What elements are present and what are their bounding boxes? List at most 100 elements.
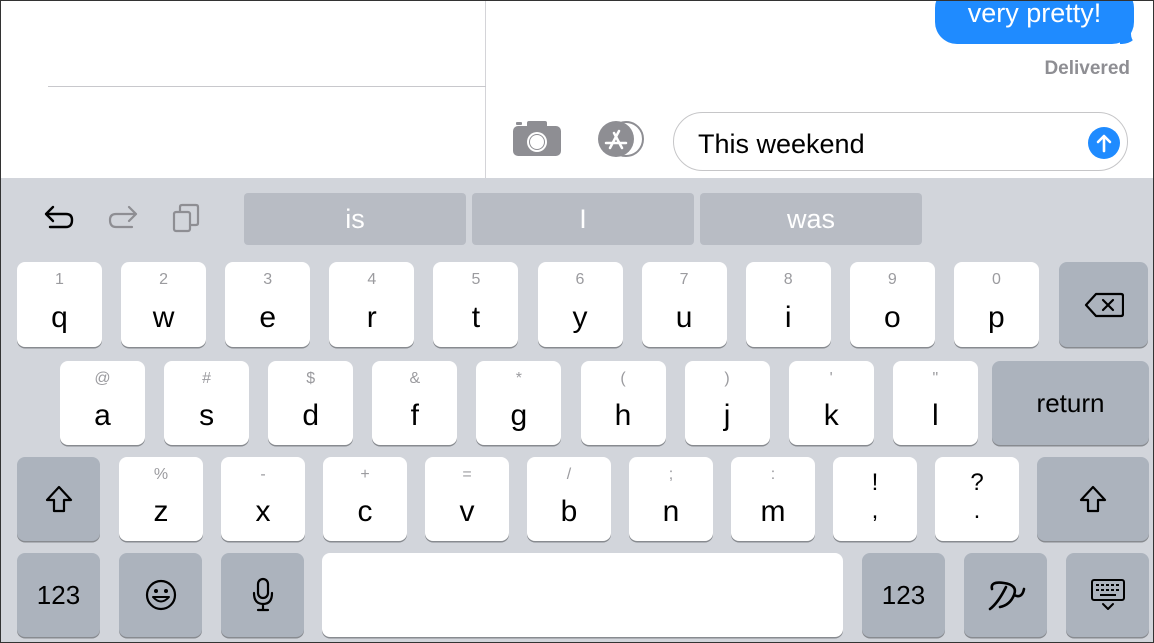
- suggestion-3[interactable]: was: [700, 193, 922, 245]
- conversation-list-pane: [0, 0, 486, 178]
- shift-key-left[interactable]: [17, 457, 100, 541]
- key-hint: ': [829, 370, 833, 387]
- key-s[interactable]: # s: [164, 361, 250, 445]
- key-x[interactable]: -x: [221, 457, 305, 541]
- key-label: c: [357, 495, 373, 528]
- key-p[interactable]: 0p: [953, 262, 1039, 347]
- key-,[interactable]: !,: [833, 457, 917, 541]
- key-hint: 3: [263, 271, 273, 288]
- key-r[interactable]: 4r: [329, 262, 415, 347]
- delivery-status: Delivered: [1044, 58, 1130, 79]
- camera-icon[interactable]: [511, 120, 563, 158]
- key-hint: $: [306, 370, 316, 387]
- key-hint: :: [770, 466, 776, 483]
- key-l[interactable]: " l: [892, 361, 978, 445]
- key-k[interactable]: ' k: [788, 361, 874, 445]
- key-label: r: [366, 301, 377, 334]
- hide-keyboard-icon[interactable]: [1066, 553, 1149, 637]
- key-hint: /: [566, 466, 572, 483]
- key-hint: 5: [471, 271, 481, 288]
- key-hint: 4: [367, 271, 377, 288]
- key-y[interactable]: 6y: [537, 262, 623, 347]
- key-hint: +: [360, 466, 370, 483]
- delete-icon[interactable]: [1059, 262, 1148, 347]
- return-key[interactable]: return: [992, 361, 1149, 445]
- key-q[interactable]: 1q: [17, 262, 102, 347]
- key-label: p: [988, 301, 1005, 334]
- key-hint: *: [515, 370, 522, 387]
- key-g[interactable]: * g: [476, 361, 562, 445]
- key-label: u: [675, 301, 693, 334]
- key-label: b: [560, 495, 578, 528]
- key-m[interactable]: :m: [731, 457, 815, 541]
- send-arrow-icon[interactable]: [1088, 127, 1120, 159]
- key-label: n: [662, 495, 680, 528]
- suggestion-1[interactable]: is: [244, 193, 466, 245]
- numbers-key-left[interactable]: 123: [17, 553, 100, 637]
- numbers-key-right[interactable]: 123: [862, 553, 945, 637]
- key-label: .: [973, 497, 981, 524]
- key-label: h: [614, 399, 632, 432]
- emoji-icon[interactable]: [119, 553, 202, 637]
- redo-icon[interactable]: [106, 203, 140, 238]
- key-label: z: [153, 495, 169, 528]
- key-hint: 0: [991, 271, 1001, 288]
- key-label: t: [471, 301, 481, 334]
- key-hint: #: [202, 370, 212, 387]
- sent-message-bubble[interactable]: very pretty!: [935, 0, 1134, 44]
- key-d[interactable]: $ d: [268, 361, 354, 445]
- key-hint: 9: [887, 271, 897, 288]
- message-input[interactable]: This weekend: [673, 112, 1128, 171]
- key-label: l: [931, 399, 939, 432]
- key-h[interactable]: (h: [580, 361, 666, 445]
- key-label: q: [51, 301, 68, 334]
- key-hint: ;: [668, 466, 674, 483]
- key-z[interactable]: % z: [119, 457, 203, 541]
- key-u[interactable]: 7u: [641, 262, 727, 347]
- app-store-icon[interactable]: [591, 119, 647, 159]
- key-hint: 6: [575, 271, 585, 288]
- key-a[interactable]: @ a: [60, 361, 145, 445]
- key-label: m: [760, 495, 786, 528]
- key-label: a: [94, 399, 111, 432]
- key-label: s: [199, 399, 215, 432]
- key-hint: 7: [679, 271, 689, 288]
- key-b[interactable]: / b: [527, 457, 611, 541]
- messages-view: very pretty! Delivered This weekend: [0, 0, 1154, 178]
- key-hint: &: [409, 370, 421, 387]
- key-label: j: [723, 399, 731, 432]
- key-hint: @: [94, 370, 111, 387]
- paste-icon[interactable]: [170, 203, 202, 238]
- space-bar[interactable]: [322, 553, 843, 637]
- key-.[interactable]: ?.: [935, 457, 1019, 541]
- key-c[interactable]: + c: [323, 457, 407, 541]
- key-label: g: [510, 399, 528, 432]
- key-i[interactable]: 8i: [745, 262, 831, 347]
- key-e[interactable]: 3e: [225, 262, 311, 347]
- suggestion-2[interactable]: I: [472, 193, 694, 245]
- key-hint: 8: [783, 271, 793, 288]
- key-hint: =: [462, 466, 472, 483]
- key-v[interactable]: = v: [425, 457, 509, 541]
- key-n[interactable]: ; n: [629, 457, 713, 541]
- key-label: ,: [871, 497, 879, 524]
- key-label: f: [410, 399, 419, 432]
- key-hint: ?: [970, 469, 984, 496]
- key-o[interactable]: 9o: [849, 262, 935, 347]
- key-label: d: [302, 399, 320, 432]
- shift-key-right[interactable]: [1037, 457, 1149, 541]
- key-w[interactable]: 2w: [121, 262, 207, 347]
- handwriting-icon[interactable]: [964, 553, 1047, 637]
- key-t[interactable]: 5t: [433, 262, 519, 347]
- key-label: x: [255, 495, 271, 528]
- conversation-pane: very pretty! Delivered This weekend: [487, 0, 1154, 178]
- key-f[interactable]: & f: [372, 361, 458, 445]
- undo-icon[interactable]: [42, 203, 76, 238]
- key-label: w: [152, 301, 175, 334]
- key-hint: 2: [159, 271, 169, 288]
- key-j[interactable]: ) j: [684, 361, 770, 445]
- key-hint: ): [724, 370, 730, 387]
- microphone-icon[interactable]: [221, 553, 304, 637]
- key-label: v: [459, 495, 475, 528]
- keyboard: is I was 1q2w3e4r5t6y7u8i9o0p @ a # s $ d & f * g…: [0, 178, 1154, 643]
